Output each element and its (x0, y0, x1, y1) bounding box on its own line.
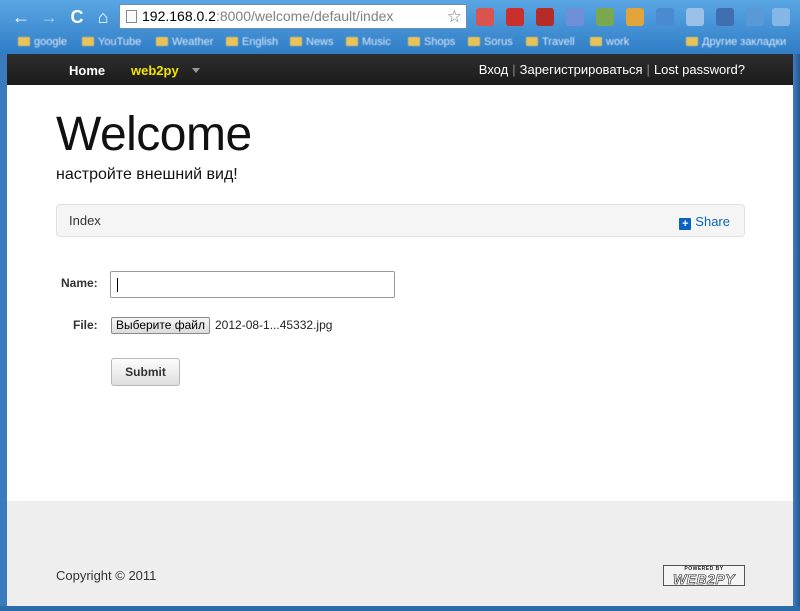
breadcrumb-index: Index (69, 213, 101, 228)
name-input[interactable] (110, 271, 395, 298)
bookmark-star-icon[interactable]: ☆ (447, 5, 462, 28)
extension-icon[interactable] (716, 8, 734, 26)
lost-password-link[interactable]: Lost password? (654, 62, 745, 77)
window-border (793, 54, 800, 606)
powered-by-web2py-badge[interactable]: POWERED BY WEB2PY (663, 565, 745, 586)
extension-icon[interactable] (746, 8, 764, 26)
bookmark-item[interactable]: Sorus (468, 36, 513, 48)
share-label: Share (695, 214, 730, 229)
browser-toolbar: ← → C ⌂ 192.168.0.2:8000/welcome/default… (0, 0, 800, 54)
navbar: Home web2py Вход | Зарегистрироваться | Lost… (7, 54, 793, 85)
footer: Copyright © 2011 POWERED BY WEB2PY (7, 501, 793, 606)
bookmark-item[interactable]: News (290, 36, 334, 48)
page-title: Welcome (56, 108, 252, 161)
bookmark-item[interactable]: Travell (526, 36, 575, 48)
extension-icon[interactable] (626, 8, 644, 26)
selected-file-name: 2012-08-1...45332.jpg (215, 318, 333, 332)
bookmark-item[interactable]: work (590, 36, 629, 48)
extension-icon[interactable] (536, 8, 554, 26)
url-path: :8000/welcome/default/index (215, 8, 394, 24)
page-icon (126, 10, 137, 23)
window-border (0, 606, 800, 611)
copyright-text: Copyright © 2011 (56, 568, 157, 583)
name-label: Name: (61, 276, 98, 290)
extension-icon[interactable] (476, 8, 494, 26)
window-border (0, 54, 7, 606)
bookmark-item[interactable]: Weather (156, 36, 213, 48)
text-cursor (117, 278, 118, 292)
forward-icon[interactable]: → (38, 6, 60, 28)
url-host: 192.168.0.2 (142, 8, 216, 24)
wrench-icon[interactable] (772, 8, 790, 26)
page-subtitle: настройте внешний вид! (56, 166, 238, 183)
home-icon[interactable]: ⌂ (92, 6, 114, 28)
bookmark-item[interactable]: Shops (408, 36, 455, 48)
nav-home-link[interactable]: Home (69, 63, 105, 78)
submit-button[interactable]: Submit (111, 358, 180, 386)
separator: | (512, 62, 516, 77)
bookmark-item[interactable]: English (226, 36, 278, 48)
extension-icon[interactable] (596, 8, 614, 26)
web-page: Home web2py Вход | Зарегистрироваться | Lost… (7, 54, 793, 606)
file-chooser-button[interactable]: Выберите файл (111, 317, 210, 334)
extension-icon[interactable] (506, 8, 524, 26)
breadcrumb: Index + Share (56, 204, 745, 237)
bookmarks-bar: google YouTube Weather English News Musi… (0, 32, 800, 54)
plus-icon: + (679, 218, 692, 230)
bookmark-item[interactable]: YouTube (82, 36, 141, 48)
bookmark-item[interactable]: google (18, 36, 67, 48)
extension-icon[interactable] (656, 8, 674, 26)
auth-links: Вход | Зарегистрироваться | Lost password? (479, 62, 745, 77)
file-label: File: (73, 318, 98, 332)
register-link[interactable]: Зарегистрироваться (520, 62, 643, 77)
address-bar[interactable]: 192.168.0.2:8000/welcome/default/index ☆ (119, 4, 467, 29)
login-link[interactable]: Вход (479, 62, 508, 77)
nav-web2py-menu[interactable]: web2py (131, 63, 179, 78)
reload-icon[interactable]: C (66, 6, 88, 28)
share-button[interactable]: + Share (679, 214, 730, 230)
bookmark-item[interactable]: Music (346, 36, 391, 48)
web2py-logo: WEB2PY (672, 571, 736, 587)
bookmark-item[interactable]: Другие закладки (686, 36, 786, 48)
extension-icon[interactable] (686, 8, 704, 26)
back-icon[interactable]: ← (10, 6, 32, 28)
extension-icon[interactable] (566, 8, 584, 26)
caret-down-icon[interactable] (192, 68, 200, 73)
separator: | (646, 62, 650, 77)
